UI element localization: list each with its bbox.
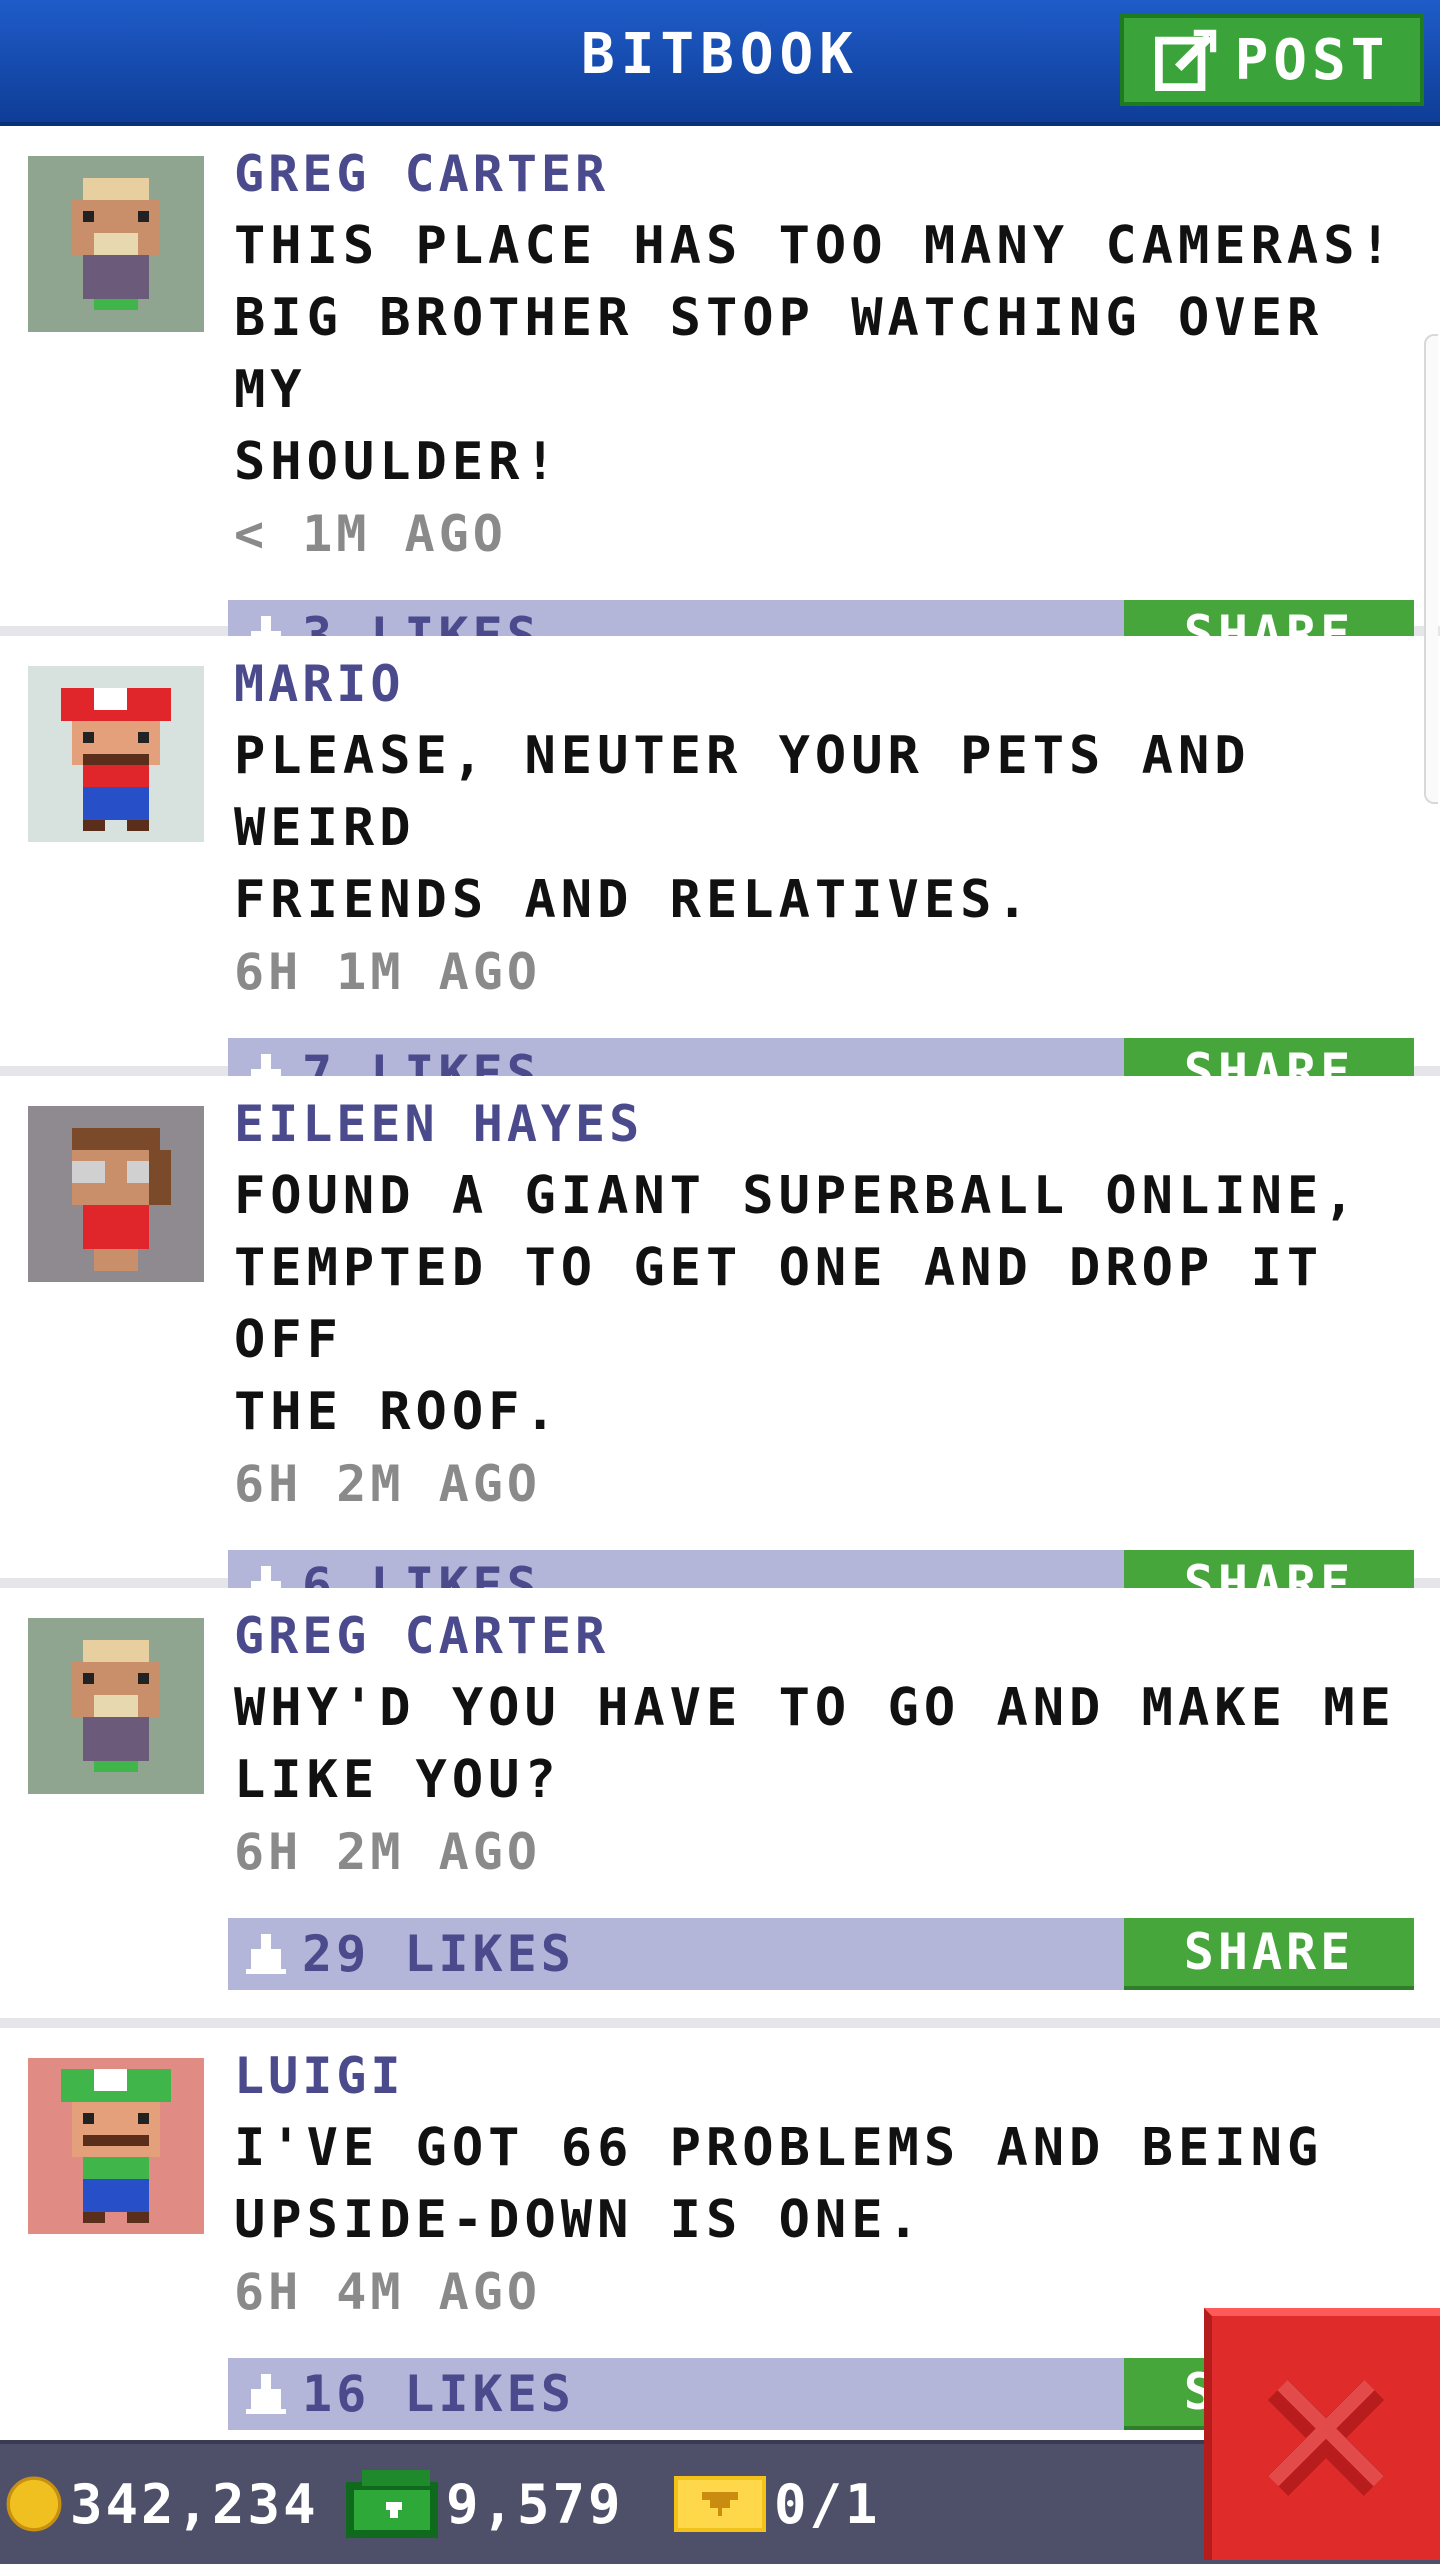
post-actions-bar: 29 LIKES SHARE (228, 1918, 1414, 1990)
like-button[interactable]: 16 LIKES (246, 2358, 575, 2430)
feed-post: GREG CARTER WHY'D YOU HAVE TO GO AND MAK… (0, 1588, 1440, 2028)
post-message: WHY'D YOU HAVE TO GO AND MAKE ME LIKE YO… (234, 1678, 1396, 1810)
post-timestamp: 6H 2M AGO (234, 1455, 541, 1513)
post-timestamp: 6H 1M AGO (234, 943, 541, 1001)
like-button[interactable]: 29 LIKES (246, 1918, 575, 1990)
thumbs-up-icon (246, 1934, 286, 1974)
post-message: FOUND A GIANT SUPERBALL ONLINE, TEMPTED … (234, 1166, 1360, 1442)
share-button[interactable]: SHARE (1124, 1918, 1414, 1990)
post-timestamp: < 1M AGO (234, 505, 507, 563)
close-icon (1267, 2379, 1385, 2497)
post-author[interactable]: GREG CARTER (234, 1606, 1424, 1666)
bux-counter: 9,579 (346, 2466, 624, 2542)
post-author[interactable]: GREG CARTER (234, 144, 1424, 204)
feed-post: MARIO PLEASE, NEUTER YOUR PETS AND WEIRD… (0, 636, 1440, 1110)
mario-avatar-icon[interactable] (28, 666, 204, 842)
like-count: 16 LIKES (302, 2365, 575, 2423)
coins-value: 342,234 (70, 2472, 319, 2536)
eileen-hayes-avatar-icon[interactable] (28, 1106, 204, 1282)
post-button-label: POST (1234, 27, 1390, 93)
golden-ticket-icon (674, 2476, 766, 2532)
coin-icon (6, 2476, 62, 2532)
tickets-value: 0/1 (774, 2472, 881, 2536)
thumbs-up-icon (246, 2374, 286, 2414)
post-author[interactable]: MARIO (234, 654, 1424, 714)
post-timestamp: 6H 2M AGO (234, 1823, 541, 1881)
feed-post: EILEEN HAYES FOUND A GIANT SUPERBALL ONL… (0, 1076, 1440, 1622)
luigi-avatar-icon[interactable] (28, 2058, 204, 2234)
app-header: BITBOOK POST (0, 0, 1440, 126)
bux-icon (346, 2470, 438, 2538)
greg-carter-avatar-icon[interactable] (28, 1618, 204, 1794)
post-author[interactable]: EILEEN HAYES (234, 1094, 1424, 1154)
feed-list: GREG CARTER THIS PLACE HAS TOO MANY CAME… (0, 126, 1440, 2468)
bux-value: 9,579 (446, 2472, 624, 2536)
like-count: 29 LIKES (302, 1925, 575, 1983)
tickets-counter: 0/1 (674, 2466, 881, 2542)
scroll-indicator[interactable] (1424, 334, 1438, 804)
feed-post: GREG CARTER THIS PLACE HAS TOO MANY CAME… (0, 126, 1440, 672)
greg-carter-avatar-icon[interactable] (28, 156, 204, 332)
post-author[interactable]: LUIGI (234, 2046, 1424, 2106)
post-message: PLEASE, NEUTER YOUR PETS AND WEIRD FRIEN… (234, 726, 1251, 930)
post-message: I'VE GOT 66 PROBLEMS AND BEING UPSIDE-DO… (234, 2118, 1324, 2250)
close-button[interactable] (1204, 2308, 1440, 2560)
post-message: THIS PLACE HAS TOO MANY CAMERAS! BIG BRO… (234, 216, 1396, 492)
post-button[interactable]: POST (1120, 14, 1424, 106)
compose-icon (1154, 29, 1216, 91)
coins-counter: 342,234 (6, 2466, 319, 2542)
